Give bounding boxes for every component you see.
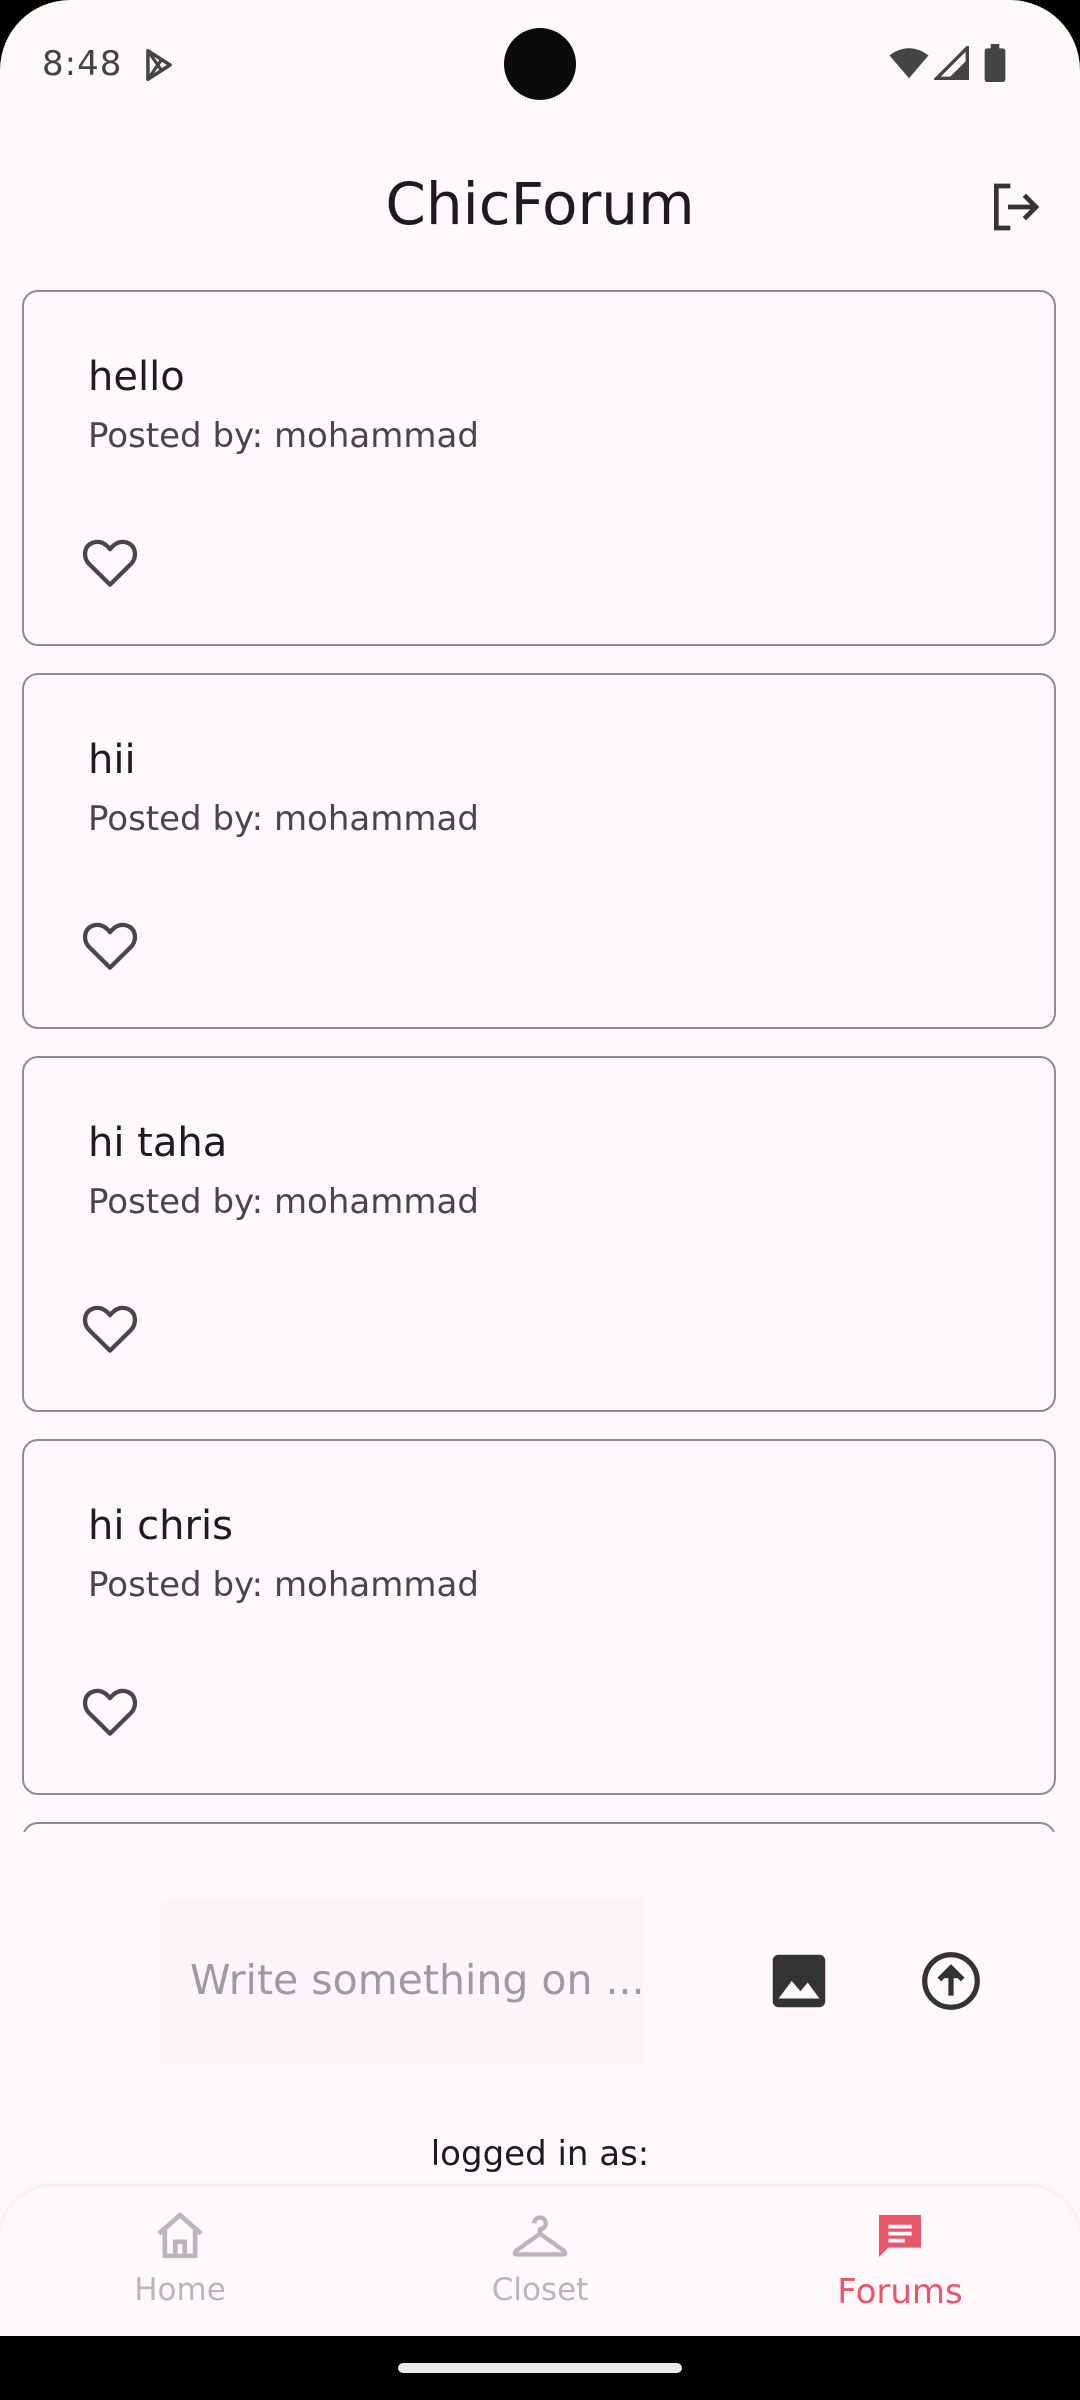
status-bar: 8:48 bbox=[0, 0, 1080, 132]
logged-in-label: logged in as: bbox=[430, 2134, 650, 2174]
nav-home-label: Home bbox=[134, 2272, 226, 2308]
post-card[interactable]: hi chris Posted by: mohammad bbox=[22, 1439, 1056, 1795]
bottom-navigation: Home Closet Forums bbox=[0, 2186, 1080, 2336]
logout-button[interactable] bbox=[980, 172, 1050, 242]
like-button[interactable] bbox=[78, 1679, 142, 1743]
hanger-icon bbox=[440, 2206, 640, 2266]
post-author: Posted by: mohammad bbox=[88, 799, 479, 839]
attach-image-button[interactable] bbox=[764, 1946, 834, 2016]
heart-outline-icon bbox=[82, 1305, 138, 1353]
heart-outline-icon bbox=[82, 539, 138, 587]
cellular-signal-icon bbox=[932, 43, 970, 84]
home-indicator[interactable] bbox=[398, 2363, 682, 2373]
post-author: Posted by: mohammad bbox=[88, 1182, 479, 1222]
logout-icon bbox=[994, 183, 1040, 231]
nav-closet-label: Closet bbox=[491, 2272, 589, 2308]
like-button[interactable] bbox=[78, 1296, 142, 1360]
nav-forums[interactable]: Forums bbox=[800, 2206, 1000, 2326]
post-input[interactable]: Write something on ... bbox=[160, 1898, 645, 2064]
heart-outline-icon bbox=[82, 922, 138, 970]
post-card[interactable]: hii Posted by: mohammad bbox=[22, 673, 1056, 1029]
post-list[interactable]: hello Posted by: mohammad hii Posted by:… bbox=[0, 288, 1080, 1832]
battery-icon bbox=[984, 44, 1006, 86]
like-button[interactable] bbox=[78, 913, 142, 977]
post-card[interactable]: hello Posted by: mohammad bbox=[22, 290, 1056, 646]
app-title: ChicForum bbox=[385, 170, 695, 238]
camera-cutout bbox=[504, 28, 576, 100]
post-input-placeholder: Write something on ... bbox=[190, 1956, 645, 2004]
post-title: hii bbox=[88, 737, 136, 783]
status-time: 8:48 bbox=[42, 44, 123, 84]
heart-outline-icon bbox=[82, 1688, 138, 1736]
nav-home[interactable]: Home bbox=[80, 2206, 280, 2326]
post-card-partial[interactable] bbox=[22, 1822, 1056, 1832]
post-author: Posted by: mohammad bbox=[88, 416, 479, 456]
image-icon bbox=[772, 1954, 826, 2008]
post-title: hi taha bbox=[88, 1120, 228, 1166]
post-author: Posted by: mohammad bbox=[88, 1565, 479, 1605]
play-store-icon bbox=[140, 46, 178, 88]
wifi-icon bbox=[888, 46, 930, 84]
post-title: hi chris bbox=[88, 1503, 233, 1549]
app-screen: 8:48 ChicForum hello Posted by: mohammad bbox=[0, 0, 1080, 2336]
home-icon bbox=[80, 2206, 280, 2266]
nav-closet[interactable]: Closet bbox=[440, 2206, 640, 2326]
upload-circle-icon bbox=[922, 1952, 980, 2010]
post-card[interactable]: hi taha Posted by: mohammad bbox=[22, 1056, 1056, 1412]
submit-post-button[interactable] bbox=[916, 1946, 986, 2016]
like-button[interactable] bbox=[78, 530, 142, 594]
nav-forums-label: Forums bbox=[837, 2272, 963, 2312]
post-title: hello bbox=[88, 354, 185, 400]
chat-icon bbox=[800, 2206, 1000, 2266]
